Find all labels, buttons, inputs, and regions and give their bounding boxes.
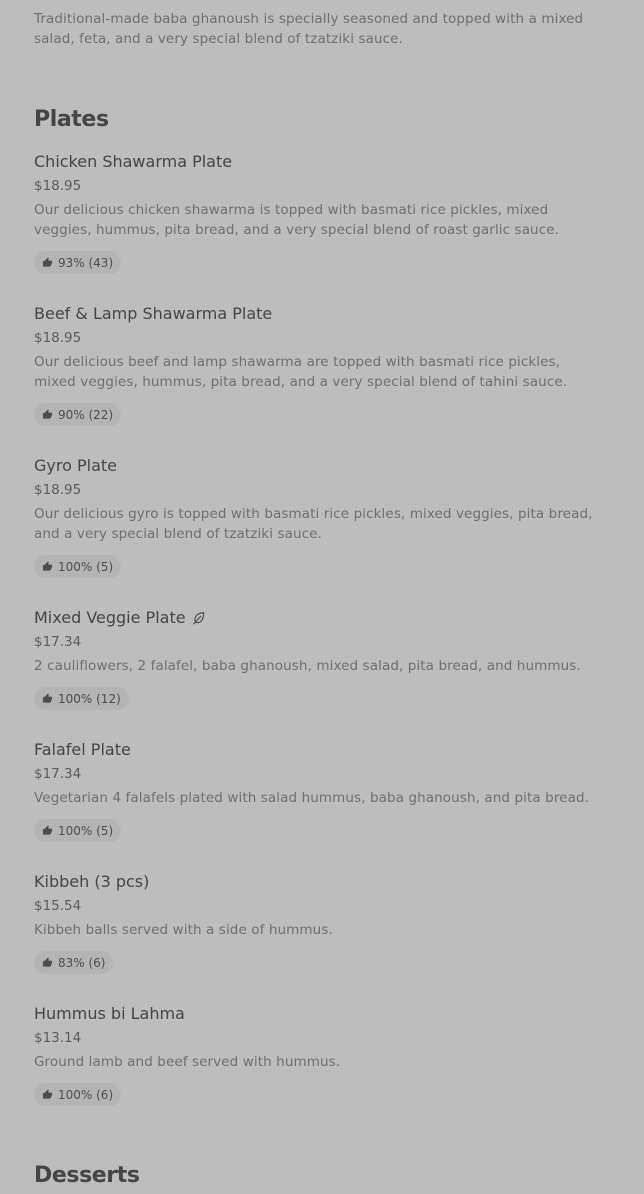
menu-item-name: Beef & Lamp Shawarma Plate	[34, 304, 620, 324]
rating-badge: 83% (6)	[34, 951, 114, 974]
menu-item-kibbeh[interactable]: Kibbeh (3 pcs) $15.54 Kibbeh balls serve…	[34, 872, 620, 974]
menu-item-price: $18.95	[34, 482, 82, 498]
menu-item-name-text: Falafel Plate	[34, 740, 131, 759]
menu-item-name-text: Gyro Plate	[34, 456, 117, 475]
menu-item-price: $15.54	[34, 898, 82, 914]
leaf-icon	[192, 612, 204, 625]
rating-text: 90% (22)	[58, 407, 114, 422]
menu-item-name-text: Chicken Shawarma Plate	[34, 152, 233, 171]
menu-item-description: Our delicious beef and lamp shawarma are…	[34, 354, 568, 390]
menu-item-name-text: Hummus bi Lahma	[34, 1004, 185, 1023]
previous-item-description: Traditional-made baba ghanoush is specia…	[34, 11, 584, 47]
menu-item-description: Kibbeh balls served with a side of hummu…	[34, 922, 333, 938]
menu-item-name-text: Beef & Lamp Shawarma Plate	[34, 304, 273, 323]
menu-item-description: Our delicious gyro is topped with basmat…	[34, 506, 593, 542]
menu-item-chicken-shawarma-plate[interactable]: Chicken Shawarma Plate $18.95 Our delici…	[34, 152, 620, 274]
menu-item-description: Ground lamb and beef served with hummus.	[34, 1054, 341, 1070]
rating-badge: 90% (22)	[34, 403, 122, 426]
rating-text: 83% (6)	[58, 955, 106, 970]
menu-item-description: 2 cauliflowers, 2 falafel, baba ghanoush…	[34, 658, 581, 674]
menu-item-name-text: Kibbeh (3 pcs)	[34, 872, 150, 891]
menu-item-name: Kibbeh (3 pcs)	[34, 872, 620, 892]
rating-text: 100% (12)	[58, 691, 121, 706]
rating-badge: 100% (5)	[34, 819, 122, 842]
thumbs-up-icon	[42, 693, 53, 703]
menu-item-beef-lamp-shawarma-plate[interactable]: Beef & Lamp Shawarma Plate $18.95 Our de…	[34, 304, 620, 426]
menu-item-name-text: Mixed Veggie Plate	[34, 608, 186, 627]
rating-text: 100% (5)	[58, 559, 114, 574]
menu-item-description: Vegetarian 4 falafels plated with salad …	[34, 790, 590, 806]
rating-badge: 100% (12)	[34, 687, 129, 710]
section-title-desserts: Desserts	[34, 1163, 140, 1188]
menu-item-falafel-plate[interactable]: Falafel Plate $17.34 Vegetarian 4 falafe…	[34, 740, 620, 842]
rating-text: 100% (6)	[58, 1087, 114, 1102]
thumbs-up-icon	[42, 257, 53, 267]
thumbs-up-icon	[42, 1089, 53, 1099]
thumbs-up-icon	[42, 561, 53, 571]
rating-text: 100% (5)	[58, 823, 114, 838]
menu-item-price: $18.95	[34, 178, 82, 194]
menu-item-price: $17.34	[34, 634, 82, 650]
menu-item-gyro-plate[interactable]: Gyro Plate $18.95 Our delicious gyro is …	[34, 456, 620, 578]
rating-badge: 93% (43)	[34, 251, 122, 274]
thumbs-up-icon	[42, 409, 53, 419]
rating-text: 93% (43)	[58, 255, 114, 270]
menu-item-name: Mixed Veggie Plate	[34, 608, 620, 628]
menu-item-name: Falafel Plate	[34, 740, 620, 760]
section-title-plates: Plates	[34, 107, 109, 132]
menu-item-hummus-bi-lahma[interactable]: Hummus bi Lahma $13.14 Ground lamb and b…	[34, 1004, 620, 1106]
rating-badge: 100% (5)	[34, 555, 122, 578]
menu-item-name: Chicken Shawarma Plate	[34, 152, 620, 172]
menu-item-description: Our delicious chicken shawarma is topped…	[34, 202, 560, 238]
menu-item-name: Hummus bi Lahma	[34, 1004, 620, 1024]
menu-item-price: $17.34	[34, 766, 82, 782]
thumbs-up-icon	[42, 957, 53, 967]
thumbs-up-icon	[42, 825, 53, 835]
menu-item-price: $13.14	[34, 1030, 82, 1046]
menu-item-price: $18.95	[34, 330, 82, 346]
menu-item-name: Gyro Plate	[34, 456, 620, 476]
rating-badge: 100% (6)	[34, 1083, 122, 1106]
menu-item-mixed-veggie-plate[interactable]: Mixed Veggie Plate $17.34 2 cauliflowers…	[34, 608, 620, 710]
